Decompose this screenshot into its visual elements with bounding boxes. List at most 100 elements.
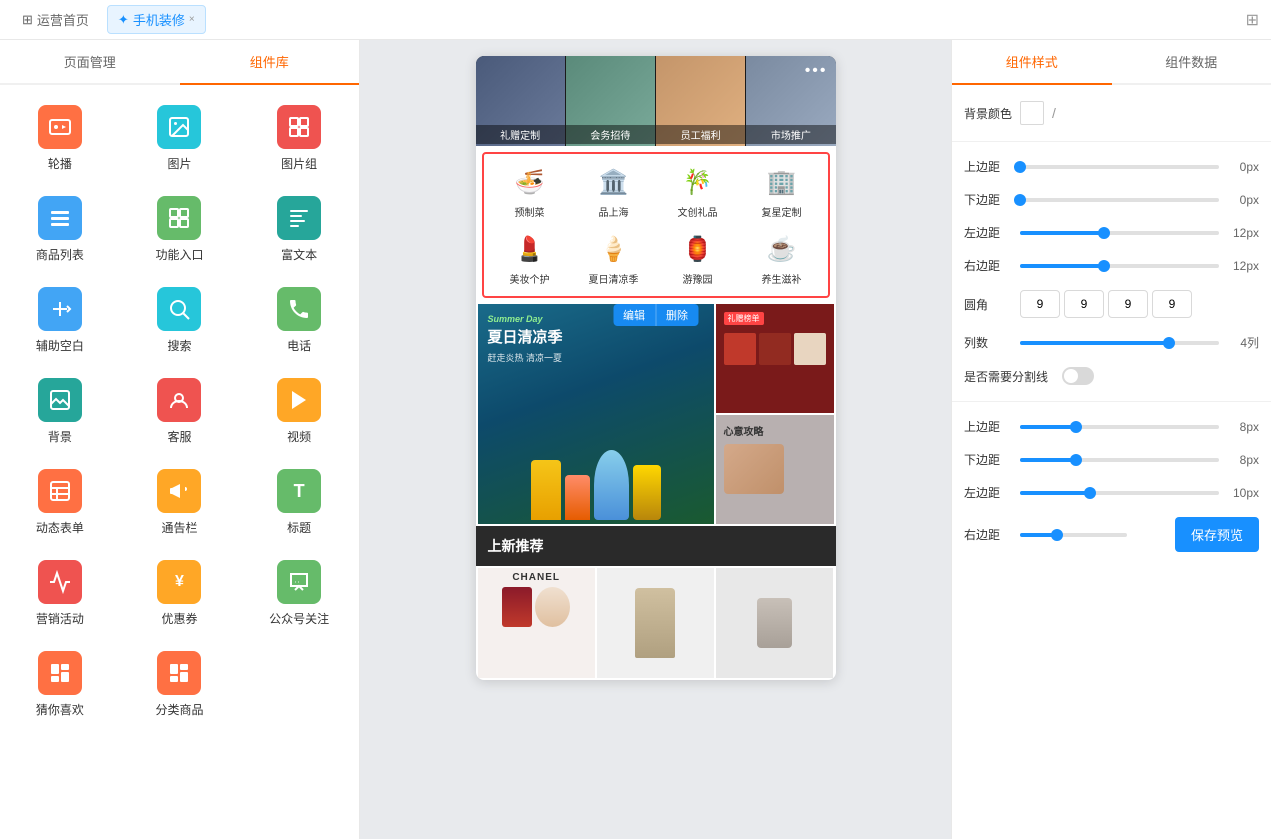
comp-dynamic-form[interactable]: 动态表单 <box>0 457 120 548</box>
comp-spacer[interactable]: 辅助空白 <box>0 275 120 366</box>
divider-toggle-label: 是否需要分割线 <box>964 368 1054 385</box>
comp-video-label: 视频 <box>287 428 311 445</box>
banner-label-0: 礼赠定制 <box>476 125 565 144</box>
padding-right-value: 12px <box>1227 259 1259 273</box>
close-tab-button[interactable]: × <box>189 14 195 25</box>
border-radius-row: 圆角 <box>964 290 1259 318</box>
cat-item-2[interactable]: 🎋 文创礼品 <box>656 158 740 225</box>
inner-top-track[interactable] <box>1020 425 1219 429</box>
comp-announcement[interactable]: 通告栏 <box>120 457 240 548</box>
announcement-icon <box>157 469 201 513</box>
cat-label-7: 养生滋补 <box>762 271 802 286</box>
comp-spacer-label: 辅助空白 <box>36 337 84 354</box>
dynamic-form-icon <box>38 469 82 513</box>
inner-top-thumb[interactable] <box>1070 421 1082 433</box>
columns-track[interactable] <box>1020 341 1219 345</box>
corner-tl[interactable] <box>1020 290 1060 318</box>
inner-bottom-thumb[interactable] <box>1070 454 1082 466</box>
cat-label-4: 美妆个护 <box>510 271 550 286</box>
padding-bottom-label: 下边距 <box>964 191 1012 208</box>
cat-item-3[interactable]: 🏢 复星定制 <box>740 158 824 225</box>
padding-bottom-track[interactable] <box>1020 198 1219 202</box>
new-section: 上新推荐 CHANEL <box>476 526 836 680</box>
corner-inputs <box>1020 290 1192 318</box>
ad-desc: 赶走炎热 清凉一夏 <box>488 351 704 364</box>
tab-component-style[interactable]: 组件样式 <box>952 40 1112 85</box>
tab-component-library[interactable]: 组件库 <box>180 40 360 85</box>
nav-home-label: 运营首页 <box>37 10 89 29</box>
inner-left-track[interactable] <box>1020 491 1219 495</box>
padding-right-slider-container: 12px <box>1020 259 1259 273</box>
comp-goods-list[interactable]: 商品列表 <box>0 184 120 275</box>
padding-left-label: 左边距 <box>964 224 1012 241</box>
padding-top-value: 0px <box>1227 160 1259 174</box>
comp-background[interactable]: 背景 <box>0 366 120 457</box>
inner-bottom-label: 下边距 <box>964 451 1012 468</box>
inner-right-track[interactable] <box>1020 533 1127 537</box>
corner-tr[interactable] <box>1064 290 1104 318</box>
cat-item-0[interactable]: 🍜 预制菜 <box>488 158 572 225</box>
delete-button[interactable]: 删除 <box>656 304 698 326</box>
cat-label-2: 文创礼品 <box>678 204 718 219</box>
tab-page-management[interactable]: 页面管理 <box>0 40 180 83</box>
more-dots: ••• <box>805 62 828 80</box>
padding-right-fill <box>1020 264 1104 268</box>
func-entry-icon <box>157 196 201 240</box>
inner-top-value: 8px <box>1227 420 1259 434</box>
comp-marketing[interactable]: 营销活动 <box>0 548 120 639</box>
padding-right-track[interactable] <box>1020 264 1219 268</box>
banner-label-3: 市场推广 <box>746 125 835 144</box>
ad-subtitle: 夏日清凉季 <box>488 326 704 347</box>
cat-item-4[interactable]: 💄 美妆个护 <box>488 225 572 292</box>
columns-thumb[interactable] <box>1163 337 1175 349</box>
padding-top-thumb[interactable] <box>1014 161 1026 173</box>
padding-left-track[interactable] <box>1020 231 1219 235</box>
product-item-2 <box>716 568 833 678</box>
comp-search[interactable]: 搜索 <box>120 275 240 366</box>
cat-item-6[interactable]: 🏮 游豫园 <box>656 225 740 292</box>
bg-color-picker[interactable] <box>1020 101 1044 125</box>
padding-bottom-thumb[interactable] <box>1014 194 1026 206</box>
nav-tab-home[interactable]: ⊞ 运营首页 <box>12 6 99 33</box>
cat-item-5[interactable]: 🍦 夏日清凉季 <box>572 225 656 292</box>
nav-tab-mobile[interactable]: ✦ 手机装修 × <box>107 5 206 34</box>
divider-2 <box>952 401 1271 402</box>
left-tab-bar: 页面管理 组件库 <box>0 40 359 85</box>
coupon-icon: ¥ <box>157 560 201 604</box>
comp-coupon-label: 优惠券 <box>161 610 197 627</box>
padding-top-track[interactable] <box>1020 165 1219 169</box>
corner-br[interactable] <box>1108 290 1148 318</box>
comp-coupon[interactable]: ¥ 优惠券 <box>120 548 240 639</box>
comp-video[interactable]: 视频 <box>239 366 359 457</box>
padding-left-thumb[interactable] <box>1098 227 1110 239</box>
inner-bottom-track[interactable] <box>1020 458 1219 462</box>
comp-wechat-follow[interactable]: 公众号关注 <box>239 548 359 639</box>
comp-carousel[interactable]: 轮播 <box>0 93 120 184</box>
comp-guess-like[interactable]: 猜你喜欢 <box>0 639 120 730</box>
cat-item-7[interactable]: ☕ 养生滋补 <box>740 225 824 292</box>
inner-bottom-value: 8px <box>1227 453 1259 467</box>
product-row: CHANEL <box>476 566 836 680</box>
cat-item-1[interactable]: 🏛️ 品上海 <box>572 158 656 225</box>
save-preview-button[interactable]: 保存预览 <box>1175 517 1259 552</box>
slash-icon[interactable]: / <box>1052 105 1056 121</box>
tab-component-data[interactable]: 组件数据 <box>1112 40 1271 83</box>
cat-label-0: 预制菜 <box>515 204 545 219</box>
inner-left-thumb[interactable] <box>1084 487 1096 499</box>
comp-image[interactable]: 图片 <box>120 93 240 184</box>
comp-func-entry[interactable]: 功能入口 <box>120 184 240 275</box>
divider-toggle[interactable] <box>1062 367 1094 385</box>
image-group-icon <box>277 105 321 149</box>
edit-button[interactable]: 编辑 <box>613 304 656 326</box>
inner-bottom-row: 下边距 8px <box>964 451 1259 468</box>
comp-category-goods[interactable]: 分类商品 <box>120 639 240 730</box>
comp-image-group[interactable]: 图片组 <box>239 93 359 184</box>
corner-bl[interactable] <box>1152 290 1192 318</box>
comp-title[interactable]: T 标题 <box>239 457 359 548</box>
comp-customer-service[interactable]: 客服 <box>120 366 240 457</box>
comp-phone[interactable]: 电话 <box>239 275 359 366</box>
comp-rich-text[interactable]: 富文本 <box>239 184 359 275</box>
padding-right-thumb[interactable] <box>1098 260 1110 272</box>
inner-right-thumb[interactable] <box>1051 529 1063 541</box>
padding-top-label: 上边距 <box>964 158 1012 175</box>
